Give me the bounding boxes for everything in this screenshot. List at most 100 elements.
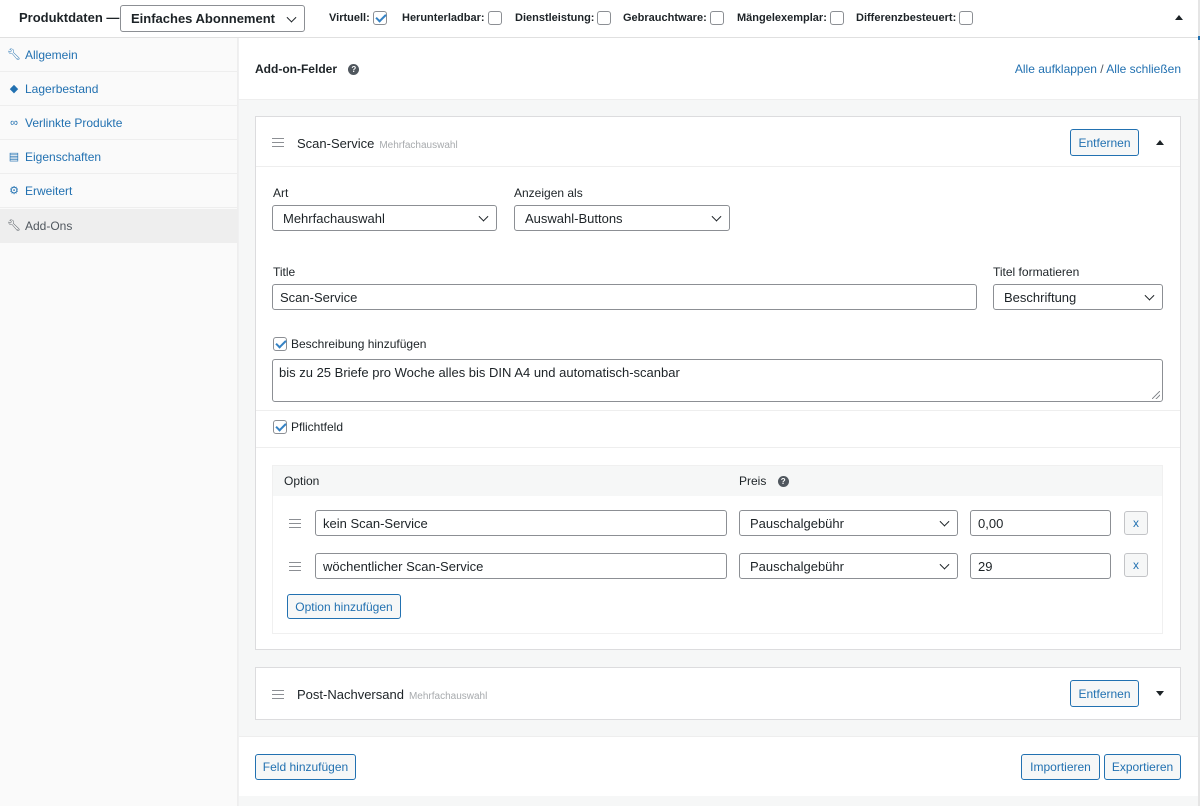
remove-addon-button[interactable]: Entfernen (1070, 680, 1139, 707)
option-downloadable[interactable]: Herunterladbar: (402, 11, 502, 25)
price-input[interactable]: 0,00 (970, 510, 1111, 536)
add-field-button[interactable]: Feld hinzufügen (255, 754, 356, 780)
product-type-value: Einfaches Abonnement (131, 11, 275, 26)
sidebar-item-advanced[interactable]: ⚙︎ Erweitert (0, 174, 238, 208)
add-description-option[interactable]: Beschreibung hinzufügen (273, 337, 426, 351)
export-button[interactable]: Exportieren (1104, 754, 1181, 780)
drag-handle-icon[interactable] (272, 138, 284, 147)
chevron-down-icon (1144, 290, 1155, 301)
section-divider (256, 447, 1180, 448)
chevron-down-icon (939, 516, 950, 527)
price-type-select[interactable]: Pauschalgebühr (739, 553, 958, 579)
drag-handle-icon[interactable] (272, 690, 284, 699)
addon-card-post-forwarding[interactable]: Post-Nachversand Mehrfachauswahl Entferne… (255, 667, 1181, 720)
option-used[interactable]: Gebrauchtware: (623, 11, 724, 25)
option-service[interactable]: Dienstleistung: (515, 11, 612, 25)
help-icon[interactable]: ? (777, 476, 789, 488)
section-divider (256, 410, 1180, 411)
description-text: bis zu 25 Briefe pro Woche alles bis DIN… (279, 365, 680, 380)
sidebar-item-addons[interactable]: 🔧︎ Add-Ons (0, 209, 238, 243)
type-select-value: Mehrfachauswahl (283, 210, 385, 226)
help-icon[interactable]: ? (348, 64, 360, 76)
drag-handle-icon[interactable] (289, 519, 301, 528)
addon-name: Scan-Service (297, 136, 375, 151)
remove-addon-button[interactable]: Entfernen (1070, 129, 1139, 156)
add-option-button[interactable]: Option hinzufügen (287, 594, 401, 619)
collapse-panel-icon[interactable] (1175, 15, 1183, 20)
option-used-checkbox[interactable] (709, 11, 724, 25)
title-format-select[interactable]: Beschriftung (993, 284, 1163, 310)
product-data-tabs: 🔧︎ Allgemein ◆ Lagerbestand ∞ Verlinkte … (0, 38, 238, 806)
expand-all-link[interactable]: Alle aufklappen (1015, 62, 1097, 76)
addon-type-hint: Mehrfachauswahl (379, 140, 458, 151)
sidebar-item-attributes[interactable]: ▤ Eigenschaften (0, 140, 238, 174)
expand-collapse-links: Alle aufklappen / Alle schließen (1015, 62, 1181, 76)
display-as-select[interactable]: Auswahl-Buttons (514, 205, 730, 231)
option-name-input[interactable]: kein Scan-Service (315, 510, 727, 536)
price-value: 29 (978, 558, 993, 574)
addon-card-header[interactable]: Scan-Service Mehrfachauswahl Entfernen (256, 117, 1180, 167)
import-button[interactable]: Importieren (1021, 754, 1100, 780)
option-margin-tax-label: Differenzbesteuert: (856, 12, 957, 24)
add-description-label: Beschreibung hinzufügen (291, 337, 427, 351)
add-description-checkbox[interactable] (273, 337, 287, 351)
remove-option-button[interactable]: x (1124, 511, 1148, 535)
product-data-bar: Produktdaten — Einfaches Abonnement Virt… (0, 0, 1198, 38)
wrench-icon: 🔧︎ (7, 49, 21, 61)
price-type-select[interactable]: Pauschalgebühr (739, 510, 958, 536)
sidebar-item-label: Allgemein (25, 47, 78, 62)
option-name-input[interactable]: wöchentlicher Scan-Service (315, 553, 727, 579)
drag-handle-icon[interactable] (289, 562, 301, 571)
option-margin-tax-checkbox[interactable] (959, 11, 974, 25)
option-defective[interactable]: Mängelexemplar: (737, 11, 844, 25)
wrench-icon: 🔧︎ (7, 220, 21, 232)
option-service-label: Dienstleistung: (515, 12, 595, 24)
sidebar-item-label: Lagerbestand (25, 81, 99, 96)
sidebar-item-inventory[interactable]: ◆ Lagerbestand (0, 72, 238, 106)
title-format-value: Beschriftung (1004, 289, 1077, 305)
description-textarea[interactable]: bis zu 25 Briefe pro Woche alles bis DIN… (272, 359, 1163, 402)
addon-type-hint: Mehrfachauswahl (408, 691, 488, 702)
option-downloadable-label: Herunterladbar: (402, 12, 485, 24)
addons-heading-text: Add-on-Felder (255, 62, 337, 76)
sidebar-item-label: Erweitert (25, 183, 73, 198)
sidebar-item-general[interactable]: 🔧︎ Allgemein (0, 38, 238, 72)
price-column-header-text: Preis (739, 474, 767, 488)
chevron-down-icon (711, 211, 722, 222)
type-select[interactable]: Mehrfachauswahl (272, 205, 497, 231)
option-column-header: Option (284, 474, 320, 488)
price-type-value: Pauschalgebühr (750, 558, 844, 574)
option-downloadable-checkbox[interactable] (487, 11, 502, 25)
options-table-header: Option Preis ? (273, 466, 1162, 496)
option-virtual-checkbox[interactable] (372, 11, 387, 25)
list-icon: ▤ (8, 151, 20, 163)
required-option[interactable]: Pflichtfeld (273, 420, 343, 434)
addon-name: Post-Nachversand (297, 687, 404, 702)
addon-title: Post-Nachversand Mehrfachauswahl (297, 687, 487, 702)
option-name-value: wöchentlicher Scan-Service (323, 558, 484, 574)
price-type-value: Pauschalgebühr (750, 515, 844, 531)
chevron-down-icon (939, 559, 950, 570)
product-type-select[interactable]: Einfaches Abonnement (120, 5, 305, 32)
option-defective-checkbox[interactable] (829, 11, 844, 25)
price-input[interactable]: 29 (970, 553, 1111, 579)
option-defective-label: Mängelexemplar: (737, 12, 827, 24)
option-virtual-label: Virtuell: (329, 12, 370, 24)
collapse-addon-icon[interactable] (1156, 140, 1164, 145)
display-as-label: Anzeigen als (514, 186, 583, 200)
option-margin-tax[interactable]: Differenzbesteuert: (856, 11, 974, 25)
required-label: Pflichtfeld (291, 420, 344, 434)
option-virtual[interactable]: Virtuell: (329, 11, 387, 25)
remove-option-button[interactable]: x (1124, 553, 1148, 577)
title-input[interactable]: Scan-Service (272, 284, 977, 310)
expand-addon-icon[interactable] (1156, 691, 1164, 696)
collapse-all-link[interactable]: Alle schließen (1106, 62, 1181, 76)
addon-title: Scan-Service Mehrfachauswahl (297, 136, 458, 151)
option-service-checkbox[interactable] (597, 11, 612, 25)
chevron-down-icon (478, 211, 489, 222)
resize-handle-icon[interactable] (1152, 391, 1160, 399)
link-separator: / (1100, 62, 1104, 76)
gear-icon: ⚙︎ (9, 185, 19, 197)
required-checkbox[interactable] (273, 420, 287, 434)
sidebar-item-linked-products[interactable]: ∞ Verlinkte Produkte (0, 106, 238, 140)
